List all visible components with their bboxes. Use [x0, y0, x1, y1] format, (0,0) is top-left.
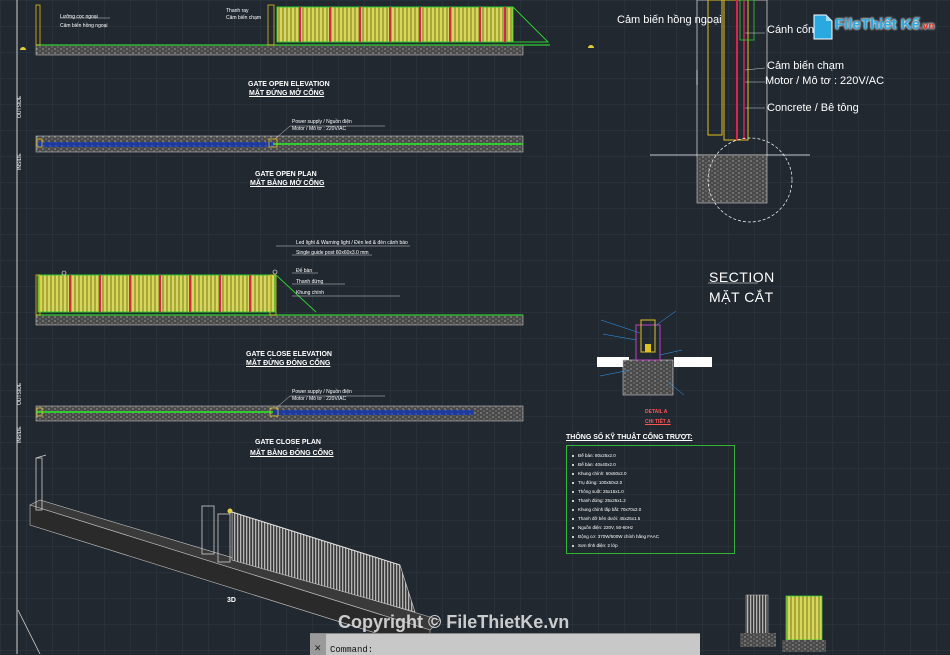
command-line-window[interactable]: ✕ Command: [310, 633, 700, 655]
spec-bullet [572, 464, 574, 466]
side-label-outside-1: OUTSIDE [17, 95, 23, 118]
copyright-watermark: Copyright © FileThietKe.vn [338, 612, 570, 632]
elev-open-note-4: Cảm biến chạm [226, 15, 262, 21]
spec-bullet [572, 491, 574, 493]
side-label-inside-1: INSIDE [17, 153, 23, 170]
spec-item: Đế bàn: 80x25x2.0 [578, 453, 616, 458]
spec-item: Động cơ: 370W/500W chính hãng FAAC [578, 534, 659, 539]
spec-title: THÔNG SỐ KỸ THUẬT CỔNG TRƯỢT: [566, 434, 693, 441]
title-open-plan-vi: MẶT BẰNG MỞ CỔNG [250, 180, 325, 187]
close-elev-note-1: Led light & Warning light / Đèn led & đè… [296, 240, 408, 246]
spec-bullet [572, 545, 574, 547]
spec-item: Khung chính lắp bắt: 70x70x2.0 [578, 507, 642, 512]
spec-item: Thông suốt: 25x15x1.0 [578, 489, 624, 494]
spec-item: Trụ đứng: 100x50x2.0 [578, 480, 623, 485]
detail-label-motor: Motor / Mô tơ : 220V/AC [765, 75, 885, 87]
spec-item: Thanh đỡ bên dưới: 45x25x1.5 [578, 516, 641, 521]
spec-bullet [572, 536, 574, 538]
spec-bullet [572, 509, 574, 511]
title-close-plan-vi: MẶT BẰNG ĐÓNG CỔNG [250, 450, 334, 457]
open-plan-note-2: Motor / Mô tơ : 220V/AC [292, 126, 347, 132]
cad-drawing-canvas[interactable] [0, 0, 950, 654]
spec-bullet [572, 455, 574, 457]
close-elev-note-5: Khung chính [296, 290, 325, 296]
spec-bullet [572, 518, 574, 520]
section-title-en: SECTION [709, 269, 775, 285]
close-elev-note-4: Thanh đứng [296, 279, 324, 285]
elev-open-note-2: Cảm biến hồng ngoại [60, 23, 108, 29]
detail-label-concrete: Concrete / Bê tông [767, 102, 859, 114]
spec-bullet [572, 473, 574, 475]
filethietke-logo-text: FileThiết Kế.vn [835, 16, 934, 33]
spec-item: Thanh đứng: 25x25x1.2 [578, 498, 626, 503]
title-close-elevation-en: GATE CLOSE ELEVATION [246, 351, 332, 358]
view-3d-label: 3D [227, 597, 236, 604]
logo-main: FileThiết Kế [835, 16, 921, 33]
detail-a-vi: CHI TIẾT A [645, 419, 671, 425]
filethietke-logo-icon [813, 14, 833, 40]
elev-open-note-1: Lưỡng cọc ngoại [60, 14, 98, 20]
spec-item: Đế bàn: 40x40x2.0 [578, 462, 616, 467]
section-title-vi: MẶT CẮT [709, 289, 774, 305]
side-label-inside-2: INSIDE [17, 426, 23, 443]
spec-item: Nguồn điện: 220V, 50-60Hz [578, 525, 634, 530]
side-label-outside-2: OUTSIDE [17, 382, 23, 405]
close-elev-note-3: Đế bàn [296, 268, 313, 274]
title-close-plan-en: GATE CLOSE PLAN [255, 439, 321, 446]
elev-open-note-3: Thanh ray [226, 8, 249, 14]
spec-item: Khung chính: 50x50x2.0 [578, 471, 627, 476]
detail-label-ir-sensor: Cảm biến hồng ngoại [617, 14, 722, 26]
title-open-elevation-vi: MẶT ĐỨNG MỞ CỔNG [249, 90, 325, 97]
detail-label-touch-sensor: Cảm biến chạm [767, 60, 845, 72]
close-plan-note-1: Power supply / Nguồn điện [292, 389, 352, 395]
title-open-elevation-en: GATE OPEN ELEVATION [248, 81, 330, 88]
close-elev-note-2: Single guide post 60x60x3.0 mm [296, 250, 369, 256]
title-open-plan-en: GATE OPEN PLAN [255, 171, 317, 178]
close-icon[interactable]: ✕ [314, 643, 322, 654]
spec-bullet [572, 500, 574, 502]
spec-bullet [572, 527, 574, 529]
spec-bullet [572, 482, 574, 484]
logo-suffix: .vn [920, 21, 935, 32]
open-plan-note-1: Power supply / Nguồn điện [292, 119, 352, 125]
detail-a-en: DETAIL A [645, 409, 668, 415]
close-plan-note-2: Motor / Mô tơ : 220V/AC [292, 396, 347, 402]
command-line-handle[interactable]: ✕ [310, 634, 326, 655]
spec-item: Sơn tĩnh điện: 2 lớp [578, 543, 618, 548]
title-close-elevation-vi: MẶT ĐỨNG ĐÓNG CỔNG [246, 360, 331, 367]
